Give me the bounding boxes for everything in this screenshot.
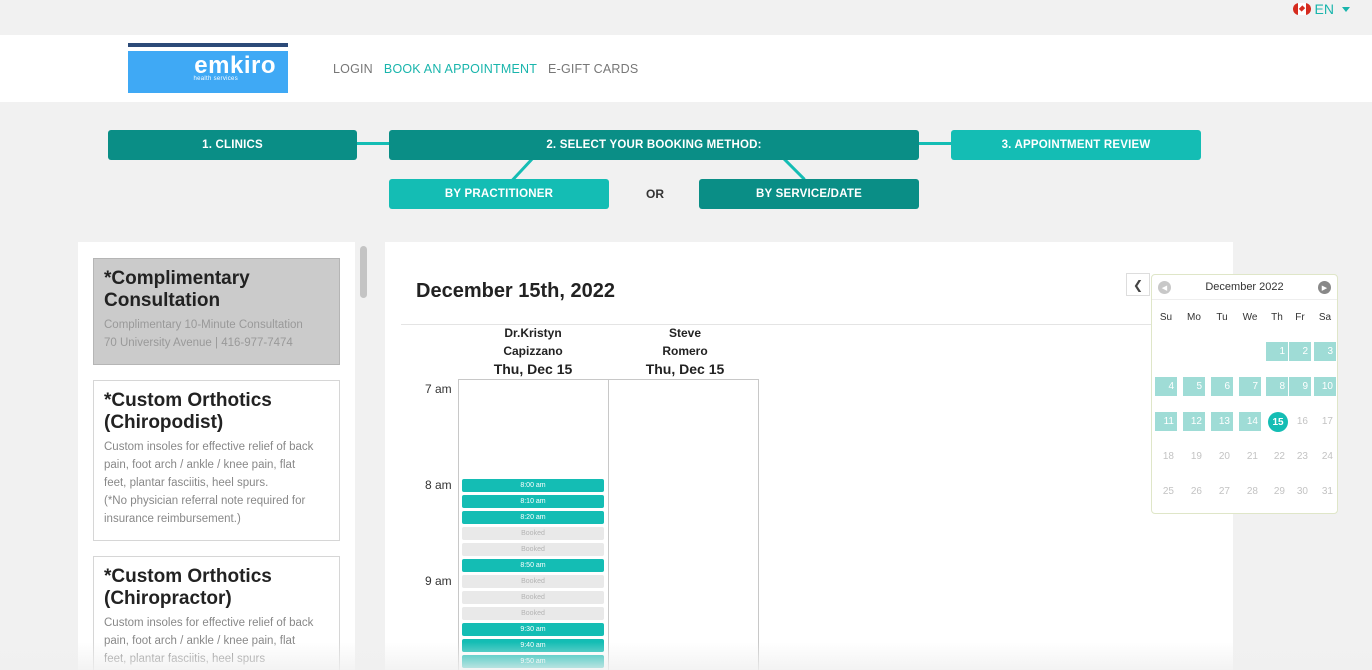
calendar-day: 25 [1162, 486, 1174, 497]
step-booking-method: 2. SELECT YOUR BOOKING METHOD: [389, 130, 919, 160]
service-title: *Custom Orthotics (Chiropractor) [104, 566, 272, 609]
booked-slot: Booked [462, 575, 604, 588]
calendar-day[interactable]: 8 [1266, 377, 1288, 396]
time-slot-button[interactable]: 9:50 am [462, 655, 604, 668]
logo-subtitle: health services [193, 76, 238, 82]
calendar-day[interactable]: 6 [1211, 377, 1233, 396]
practitioner-column [608, 379, 759, 670]
mini-calendar-header: December 2022 [1152, 275, 1337, 300]
services-scrollbar[interactable] [357, 242, 369, 670]
calendar-day[interactable]: 9 [1289, 377, 1311, 396]
calendar-day: 18 [1162, 451, 1174, 462]
step-connector [917, 142, 953, 145]
practitioner-header[interactable]: Dr.Kristyn Capizzano Thu, Dec 15 [458, 324, 608, 378]
previous-day-button[interactable]: ❮ [1126, 273, 1150, 296]
calendar-day[interactable]: 14 [1239, 412, 1261, 431]
booked-slot: Booked [462, 591, 604, 604]
services-scrollbar-thumb[interactable] [360, 246, 367, 298]
emkiro-logo[interactable]: emkiro health services [128, 43, 288, 93]
booked-slot: Booked [462, 527, 604, 540]
calendar-day: 31 [1321, 486, 1333, 497]
service-card-custom-orthotics-chiropractor[interactable]: *Custom Orthotics (Chiropractor) Custom … [93, 556, 340, 670]
time-slot-button[interactable]: 8:50 am [462, 559, 604, 572]
service-description: Complimentary 10-Minute Consultation 70 … [104, 319, 303, 349]
hour-label: 7 am [425, 382, 452, 396]
selected-date-title: December 15th, 2022 [416, 280, 616, 302]
step-connector [355, 142, 391, 145]
calendar-day: 26 [1190, 486, 1202, 497]
schedule-panel: December 15th, 2022 ❮ Dr.Kristyn Capizza… [385, 242, 1233, 670]
next-month-icon[interactable]: ▶ [1318, 281, 1331, 294]
weekday-header: Th [1271, 312, 1283, 323]
weekday-header: Fr [1295, 312, 1305, 323]
calendar-day: 23 [1296, 451, 1308, 462]
time-slot-button[interactable]: 9:40 am [462, 639, 604, 652]
service-title: *Complimentary Consultation [104, 268, 250, 311]
calendar-day: 17 [1321, 416, 1333, 427]
step-branch-line [783, 157, 806, 181]
previous-month-icon[interactable]: ◀ [1158, 281, 1171, 294]
calendar-day[interactable]: 15 [1268, 412, 1288, 432]
site-header: emkiro health services LOGIN BOOK AN APP… [0, 35, 1372, 102]
service-description: Custom insoles for effective relief of b… [104, 617, 314, 665]
calendar-day: 28 [1246, 486, 1258, 497]
time-slot-button[interactable]: 8:00 am [462, 479, 604, 492]
chevron-down-icon [1342, 6, 1350, 12]
weekday-header: Tu [1216, 312, 1228, 323]
nav-login[interactable]: LOGIN [333, 62, 373, 76]
calendar-day[interactable]: 13 [1211, 412, 1233, 431]
or-label: OR [646, 187, 664, 201]
weekday-header: Mo [1187, 312, 1201, 323]
service-description: Custom insoles for effective relief of b… [104, 441, 314, 525]
service-card-complimentary-consultation[interactable]: *Complimentary Consultation Complimentar… [93, 258, 340, 365]
calendar-day[interactable]: 5 [1183, 377, 1205, 396]
calendar-day[interactable]: 7 [1239, 377, 1261, 396]
by-practitioner-button[interactable]: BY PRACTITIONER [389, 179, 609, 209]
calendar-day: 21 [1246, 451, 1258, 462]
nav-egift-cards[interactable]: E-GIFT CARDS [548, 62, 638, 76]
booked-slot: Booked [462, 543, 604, 556]
practitioner-header[interactable]: Steve Romero Thu, Dec 15 [610, 324, 760, 378]
chevron-left-icon: ❮ [1132, 277, 1144, 292]
weekday-header: We [1242, 312, 1258, 323]
calendar-day[interactable]: 2 [1289, 342, 1311, 361]
hour-label: 8 am [425, 478, 452, 492]
by-service-date-button[interactable]: BY SERVICE/DATE [699, 179, 919, 209]
calendar-day[interactable]: 3 [1314, 342, 1336, 361]
calendar-day: 20 [1218, 451, 1230, 462]
nav-book-appointment[interactable]: BOOK AN APPOINTMENT [384, 62, 537, 76]
services-list: *Complimentary Consultation Complimentar… [78, 242, 355, 670]
time-slot-button[interactable]: 8:20 am [462, 511, 604, 524]
calendar-day[interactable]: 10 [1314, 377, 1336, 396]
time-slot-button[interactable]: 8:10 am [462, 495, 604, 508]
calendar-day: 24 [1321, 451, 1333, 462]
canada-flag-icon [1292, 3, 1311, 15]
calendar-day: 19 [1190, 451, 1202, 462]
booked-slot: Booked [462, 607, 604, 620]
step-appointment-review[interactable]: 3. APPOINTMENT REVIEW [951, 130, 1201, 160]
calendar-day[interactable]: 4 [1155, 377, 1177, 396]
step-branch-line [511, 158, 534, 182]
weekday-header: Sa [1318, 312, 1332, 323]
step-clinics[interactable]: 1. CLINICS [108, 130, 357, 160]
weekday-header: Su [1159, 312, 1173, 323]
time-slot-button[interactable]: 9:30 am [462, 623, 604, 636]
mini-calendar-month: December 2022 [1205, 281, 1284, 293]
calendar-day: 29 [1273, 486, 1285, 497]
service-card-custom-orthotics-chiropodist[interactable]: *Custom Orthotics (Chiropodist) Custom i… [93, 380, 340, 541]
calendar-day: 27 [1218, 486, 1230, 497]
calendar-day[interactable]: 12 [1183, 412, 1205, 431]
calendar-day[interactable]: 11 [1155, 412, 1177, 431]
calendar-day[interactable]: 1 [1266, 342, 1288, 361]
calendar-day: 30 [1296, 486, 1308, 497]
calendar-day: 22 [1273, 451, 1285, 462]
service-title: *Custom Orthotics (Chiropodist) [104, 390, 272, 433]
calendar-day: 16 [1296, 416, 1308, 427]
mini-calendar: December 2022 ◀ ▶ Su Mo Tu We Th Fr Sa 1 2 3 4 5 6 7 8… [1151, 274, 1338, 514]
language-label: EN [1314, 1, 1334, 17]
hour-label: 9 am [425, 574, 452, 588]
top-bar: EN [0, 0, 1372, 35]
language-selector[interactable]: EN [1292, 1, 1350, 17]
main-nav: LOGIN BOOK AN APPOINTMENT E-GIFT CARDS [333, 62, 638, 76]
